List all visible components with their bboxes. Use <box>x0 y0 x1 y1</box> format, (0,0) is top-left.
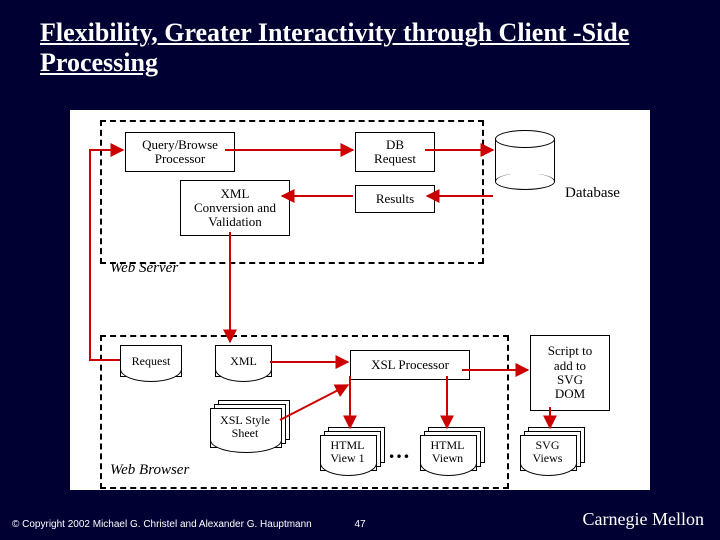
query-browse-box: Query/Browse Processor <box>125 132 235 172</box>
xsl-style-sheet-stack: XSL Style Sheet <box>210 408 280 446</box>
university-name: Carnegie Mellon <box>583 509 704 530</box>
db-request-box: DB Request <box>355 132 435 172</box>
slide-title: Flexibility, Greater Interactivity throu… <box>40 18 680 78</box>
results-box: Results <box>355 185 435 213</box>
web-browser-label: Web Browser <box>110 462 189 479</box>
xml-doc: XML <box>215 345 272 377</box>
xml-conversion-box: XML Conversion and Validation <box>180 180 290 236</box>
page-number: 47 <box>354 519 365 530</box>
diagram-canvas: Web Server Web Browser Query/Browse Proc… <box>70 110 650 490</box>
html-view-n-stack: HTML Viewn <box>420 435 475 469</box>
database-label: Database <box>565 185 620 202</box>
slide: Flexibility, Greater Interactivity throu… <box>0 0 720 540</box>
xsl-processor-box: XSL Processor <box>350 350 470 380</box>
ellipsis: … <box>388 438 410 464</box>
request-doc: Request <box>120 345 182 377</box>
script-box: Script to add to SVG DOM <box>530 335 610 411</box>
copyright: © Copyright 2002 Michael G. Christel and… <box>12 519 312 530</box>
html-view-1-stack: HTML View 1 <box>320 435 375 469</box>
svg-views-stack: SVG Views <box>520 435 575 469</box>
web-server-label: Web Server <box>110 260 178 277</box>
database-icon <box>495 130 555 190</box>
